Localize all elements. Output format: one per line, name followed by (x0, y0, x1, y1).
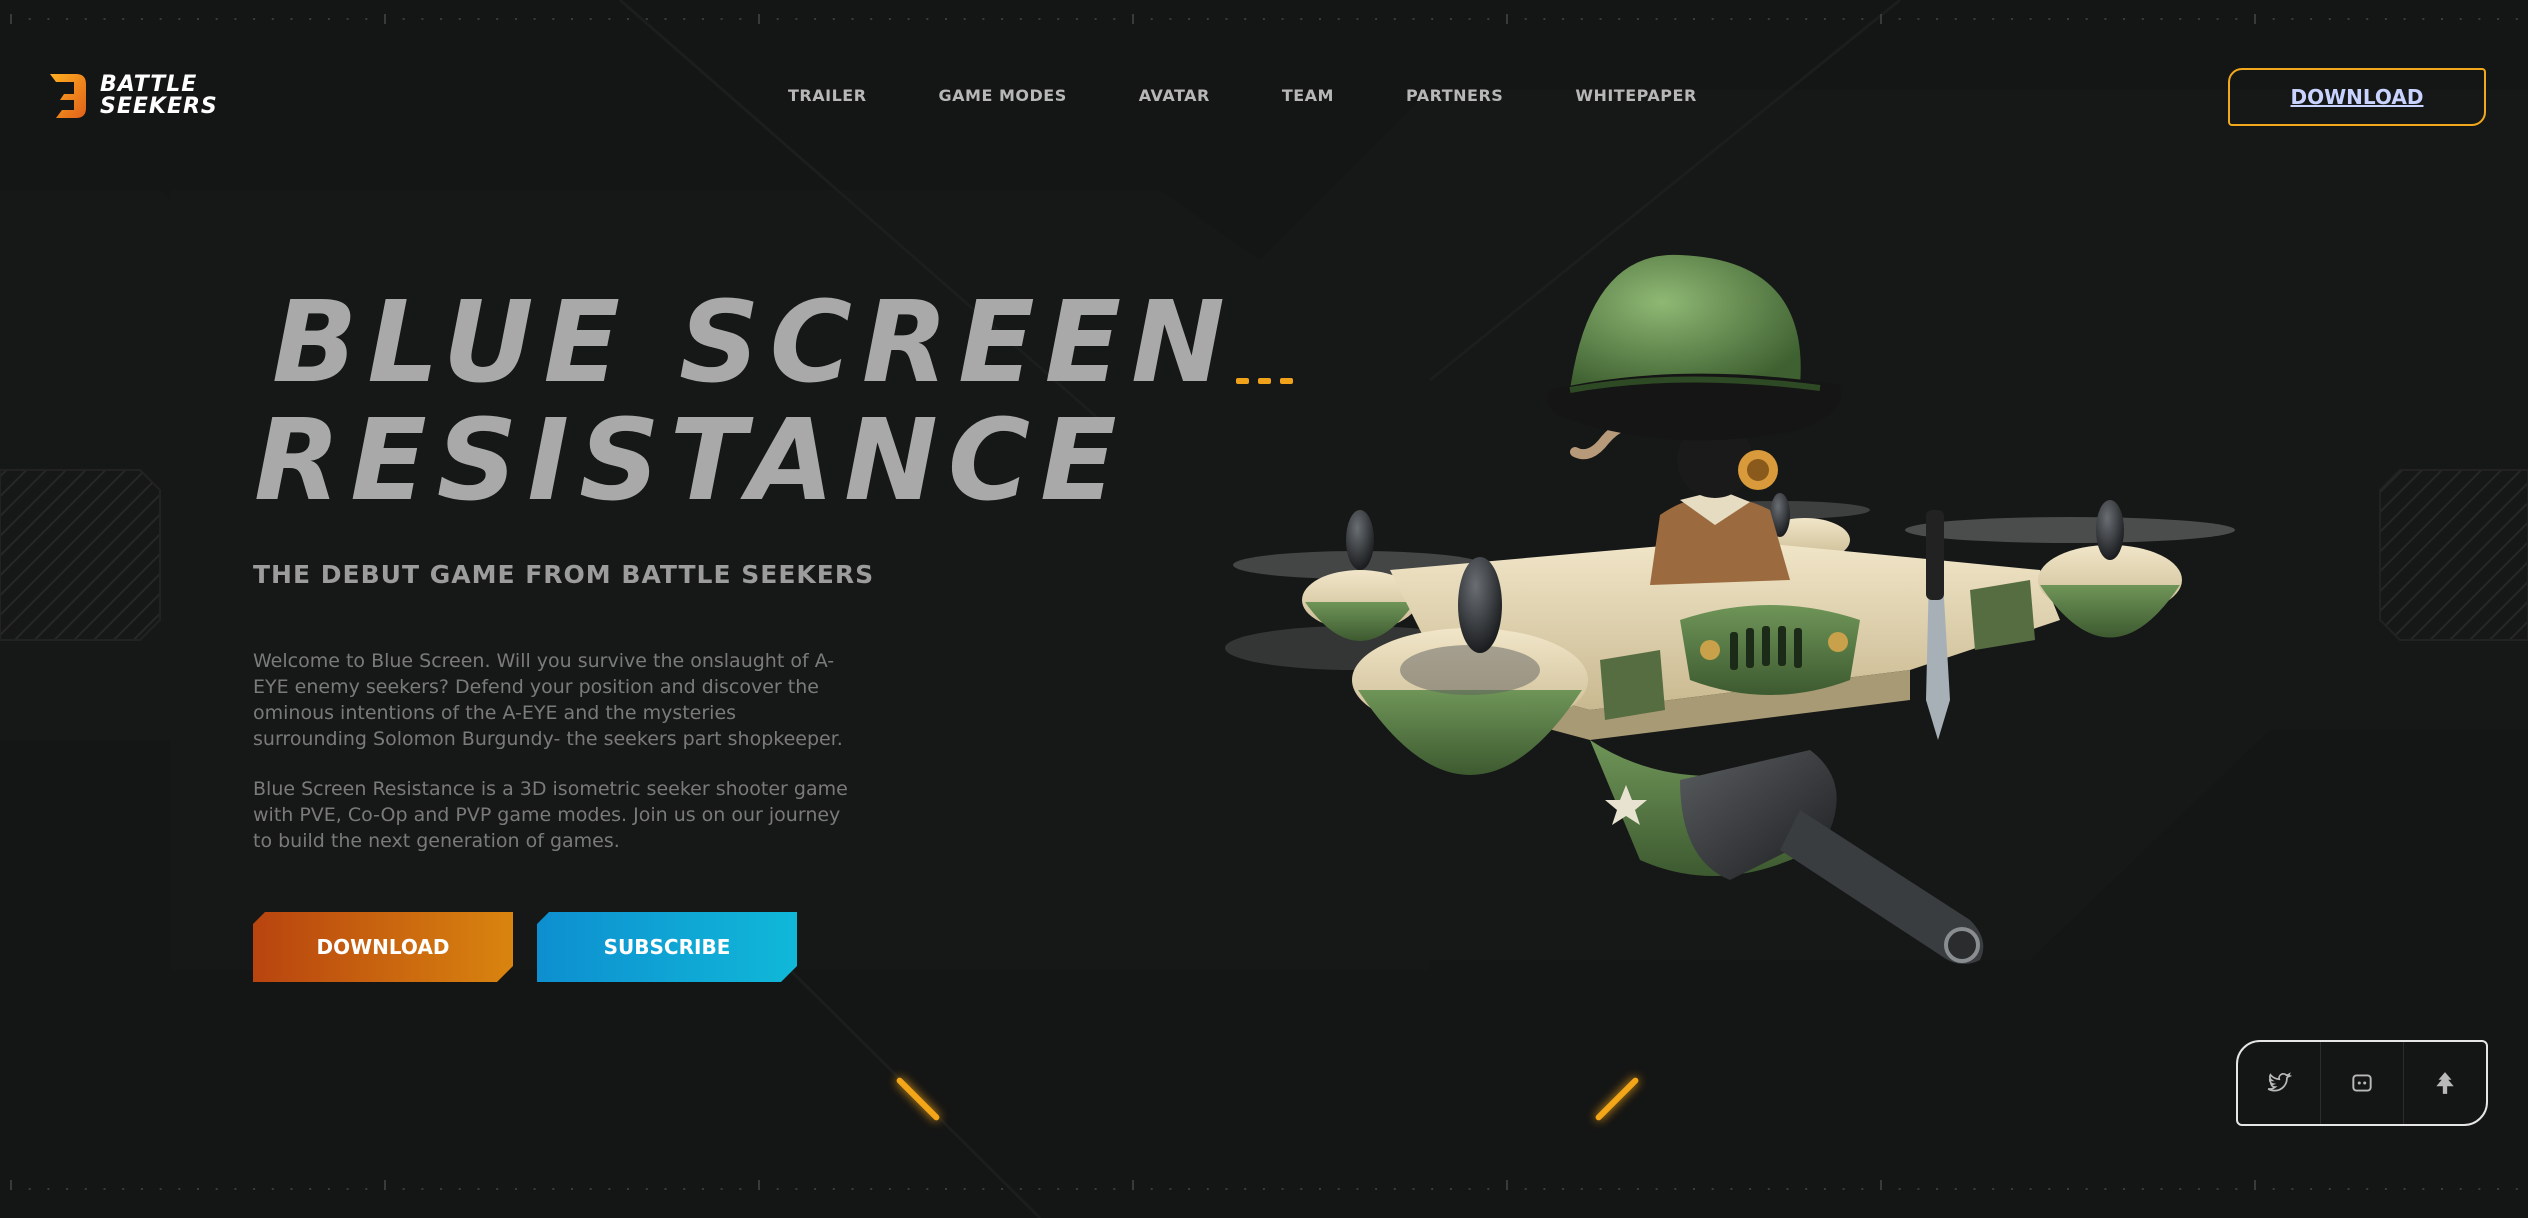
hero-title-line1: BLUE SCREEN (272, 278, 1235, 408)
main-nav: TRAILER GAME MODES AVATAR TEAM PARTNERS … (788, 86, 1697, 105)
nav-item-partners[interactable]: PARTNERS (1406, 86, 1503, 105)
twitter-icon (2267, 1072, 2292, 1092)
hero-subtitle: THE DEBUT GAME FROM BATTLE SEEKERS (253, 560, 875, 589)
brand-line1: BATTLE (100, 72, 198, 97)
logo-icon (50, 74, 86, 118)
nav-item-avatar[interactable]: AVATAR (1139, 86, 1210, 105)
bottom-ruler (10, 1180, 2518, 1190)
linktree-icon (2436, 1072, 2454, 1094)
header-download-button[interactable]: DOWNLOAD (2228, 68, 2486, 126)
discord-icon (2352, 1074, 2372, 1092)
hero-download-button[interactable]: DOWNLOAD (253, 912, 513, 982)
twitter-link[interactable] (2238, 1042, 2320, 1124)
nav-item-game-modes[interactable]: GAME MODES (939, 86, 1067, 105)
hero-paragraph-1: Welcome to Blue Screen. Will you survive… (253, 650, 843, 750)
nav-item-whitepaper[interactable]: WHITEPAPER (1575, 86, 1696, 105)
drone-soldier-illustration (1225, 254, 2235, 964)
hero-paragraph-2: Blue Screen Resistance is a 3D isometric… (253, 778, 848, 852)
brand-logo[interactable]: BATTLE SEEKERS (46, 70, 218, 122)
linktree-link[interactable] (2403, 1042, 2486, 1124)
top-ruler (10, 14, 2518, 24)
nav-item-team[interactable]: TEAM (1282, 86, 1334, 105)
nav-item-trailer[interactable]: TRAILER (788, 86, 867, 105)
discord-link[interactable] (2320, 1042, 2403, 1124)
hero-title-line2: RESISTANCE (254, 396, 1127, 526)
hero-subscribe-button[interactable]: SUBSCRIBE (537, 912, 797, 982)
accent-slash-right (1594, 1076, 1640, 1122)
accent-slash-left (895, 1076, 941, 1122)
brand-line2: SEEKERS (100, 94, 218, 119)
social-links (2236, 1040, 2488, 1126)
